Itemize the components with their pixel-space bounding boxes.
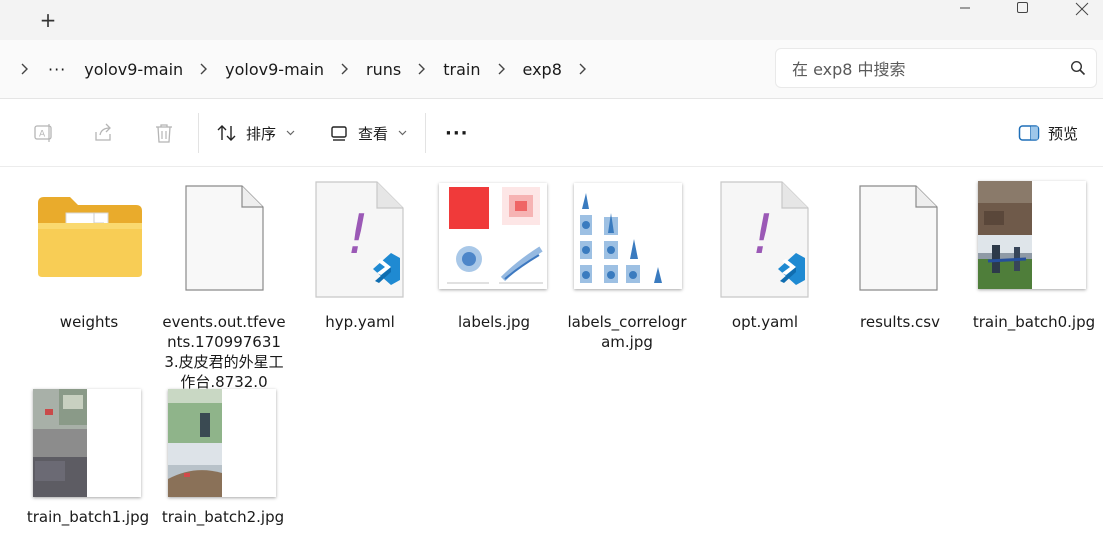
image-thumbnail	[439, 183, 547, 289]
chevron-right-icon[interactable]	[197, 63, 211, 75]
preview-label: 预览	[1048, 124, 1079, 143]
chevron-right-icon[interactable]	[576, 63, 590, 75]
search-input[interactable]	[790, 57, 1054, 81]
file-name: results.csv	[860, 313, 940, 331]
file-item-events[interactable]: events.out.tfevents.1709976313.皮皮君的外星工作台…	[161, 181, 287, 395]
maximize-button[interactable]	[1007, 0, 1037, 16]
svg-text:!: !	[752, 203, 774, 266]
address-bar: ··· yolov9-main yolov9-main runs train e…	[0, 40, 1103, 99]
breadcrumb: ··· yolov9-main yolov9-main runs train e…	[0, 40, 590, 98]
toolbar-divider	[198, 113, 199, 153]
image-thumbnail	[574, 183, 682, 289]
document-icon	[185, 185, 264, 291]
minimize-button[interactable]	[950, 0, 980, 16]
folder-icon	[38, 197, 142, 277]
chevron-down-icon	[286, 128, 295, 139]
breadcrumb-item[interactable]: yolov9-main	[211, 60, 338, 79]
file-name: train_batch0.jpg	[972, 313, 1096, 331]
sort-icon	[217, 125, 236, 141]
sort-button[interactable]: 排序	[216, 119, 295, 147]
file-name: train_batch2.jpg	[161, 508, 285, 526]
chevron-right-icon[interactable]	[415, 63, 429, 75]
minimize-icon	[960, 7, 970, 9]
file-item-labels-jpg[interactable]: labels.jpg	[431, 181, 557, 381]
breadcrumb-item-current[interactable]: exp8	[509, 60, 576, 79]
file-item-labels-correlogram[interactable]: labels_correlogram.jpg	[564, 181, 690, 395]
close-icon	[1075, 2, 1089, 16]
view-button[interactable]: 查看	[330, 119, 407, 147]
file-name: labels_correlogram.jpg	[567, 313, 687, 351]
command-bar: A 排序 查看 ··· 预览	[0, 99, 1103, 167]
maximize-icon	[1017, 2, 1028, 13]
search-box[interactable]	[775, 48, 1097, 88]
view-icon	[331, 126, 347, 141]
file-name: events.out.tfevents.1709976313.皮皮君的外星工作台…	[162, 313, 286, 391]
title-bar: +	[0, 0, 1103, 40]
file-name: hyp.yaml	[325, 313, 395, 331]
image-thumbnail	[168, 389, 276, 497]
chevron-right-icon[interactable]	[338, 63, 352, 75]
file-view: weights events.out.tfevents.1709976313.皮…	[0, 167, 1103, 537]
file-name: train_batch1.jpg	[26, 508, 150, 526]
toolbar-divider	[425, 113, 426, 153]
chevron-right-icon[interactable]	[18, 63, 32, 75]
file-item-train-batch2[interactable]: train_batch2.jpg	[160, 389, 286, 537]
chevron-down-icon	[398, 128, 407, 139]
delete-icon[interactable]	[153, 122, 175, 144]
close-button[interactable]	[1067, 0, 1097, 16]
image-thumbnail	[33, 389, 141, 497]
view-label: 查看	[358, 124, 389, 143]
preview-pane-icon	[1018, 125, 1040, 141]
new-tab-button[interactable]: +	[36, 8, 60, 32]
file-item-hyp-yaml[interactable]: ! hyp.yaml	[297, 181, 423, 381]
breadcrumb-item[interactable]: train	[429, 60, 494, 79]
file-item-train-batch0[interactable]: train_batch0.jpg	[971, 181, 1097, 381]
chevron-right-icon[interactable]	[495, 63, 509, 75]
sort-label: 排序	[246, 124, 277, 143]
document-icon	[859, 185, 938, 291]
svg-text:!: !	[347, 203, 369, 266]
image-thumbnail	[978, 181, 1086, 289]
file-item-results-csv[interactable]: results.csv	[837, 181, 963, 381]
search-icon[interactable]	[1070, 60, 1086, 76]
svg-text:A: A	[39, 130, 46, 140]
breadcrumb-item[interactable]: yolov9-main	[84, 60, 197, 79]
file-item-train-batch1[interactable]: train_batch1.jpg	[25, 389, 151, 537]
more-options-button[interactable]: ···	[445, 119, 469, 147]
file-name: labels.jpg	[457, 313, 531, 331]
rename-icon[interactable]: A	[33, 122, 55, 144]
breadcrumb-overflow[interactable]: ···	[32, 60, 84, 79]
file-item-opt-yaml[interactable]: ! opt.yaml	[702, 181, 828, 381]
share-icon[interactable]	[93, 122, 115, 144]
yaml-file-icon: !	[315, 181, 404, 298]
preview-button[interactable]: 预览	[1018, 119, 1078, 147]
file-item-weights[interactable]: weights	[26, 181, 152, 381]
yaml-file-icon: !	[720, 181, 809, 298]
breadcrumb-item[interactable]: runs	[352, 60, 415, 79]
file-name: weights	[59, 313, 119, 331]
file-name: opt.yaml	[731, 313, 799, 331]
